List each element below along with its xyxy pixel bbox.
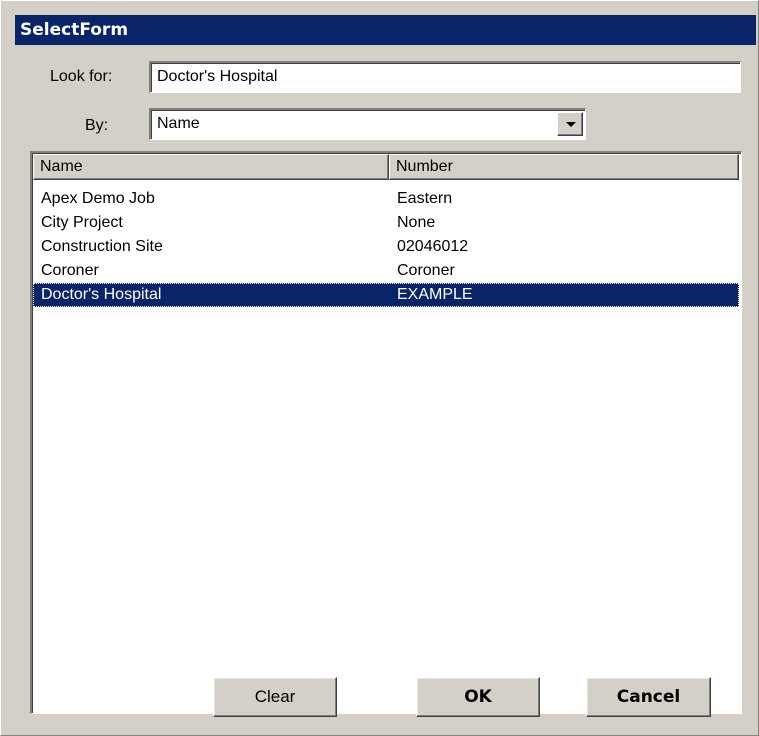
clear-button-label: Clear [254,687,296,706]
list-item-name: Apex Demo Job [41,190,155,207]
column-header-number-label: Number [396,158,453,175]
column-header-number[interactable]: Number [389,154,739,180]
list-item[interactable]: City Project None [33,211,739,235]
clear-button[interactable]: Clear [213,677,337,717]
ok-button-label: OK [464,687,492,707]
by-select[interactable]: Name [149,108,586,140]
list-item-number: 02046012 [397,238,469,255]
column-header-name-label: Name [40,158,83,175]
look-for-label: Look for: [50,68,113,85]
list-item[interactable]: Construction Site 02046012 [33,235,739,259]
window-title: SelectForm [20,20,129,40]
cancel-button[interactable]: Cancel [586,677,711,717]
look-for-value: Doctor's Hospital [157,68,278,85]
dropdown-button[interactable] [557,112,583,136]
cancel-button-label: Cancel [616,687,681,707]
title-bar[interactable]: SelectForm [15,15,756,45]
look-for-input[interactable]: Doctor's Hospital [149,61,741,93]
list-item-selected[interactable]: Doctor's Hospital EXAMPLE [33,283,739,307]
list-item-number: None [397,214,436,231]
results-list[interactable]: Name Number Apex Demo Job Eastern City P… [30,151,742,714]
list-item-number: Eastern [397,190,453,207]
ok-button[interactable]: OK [416,677,540,717]
list-item-name: Doctor's Hospital [41,286,162,303]
list-item-name: Construction Site [41,238,163,255]
list-item-name: Coroner [41,262,99,279]
selectform-dialog: SelectForm Look for: Doctor's Hospital B… [0,0,759,736]
list-rows: Apex Demo Job Eastern City Project None … [33,187,739,307]
list-item-number: Coroner [397,262,455,279]
list-item-name: City Project [41,214,123,231]
list-item-number: EXAMPLE [397,286,473,303]
by-select-value: Name [157,115,200,132]
list-item[interactable]: Apex Demo Job Eastern [33,187,739,211]
by-label: By: [85,117,109,134]
list-item[interactable]: Coroner Coroner [33,259,739,283]
column-header-name[interactable]: Name [33,154,389,180]
chevron-down-icon [566,122,576,127]
